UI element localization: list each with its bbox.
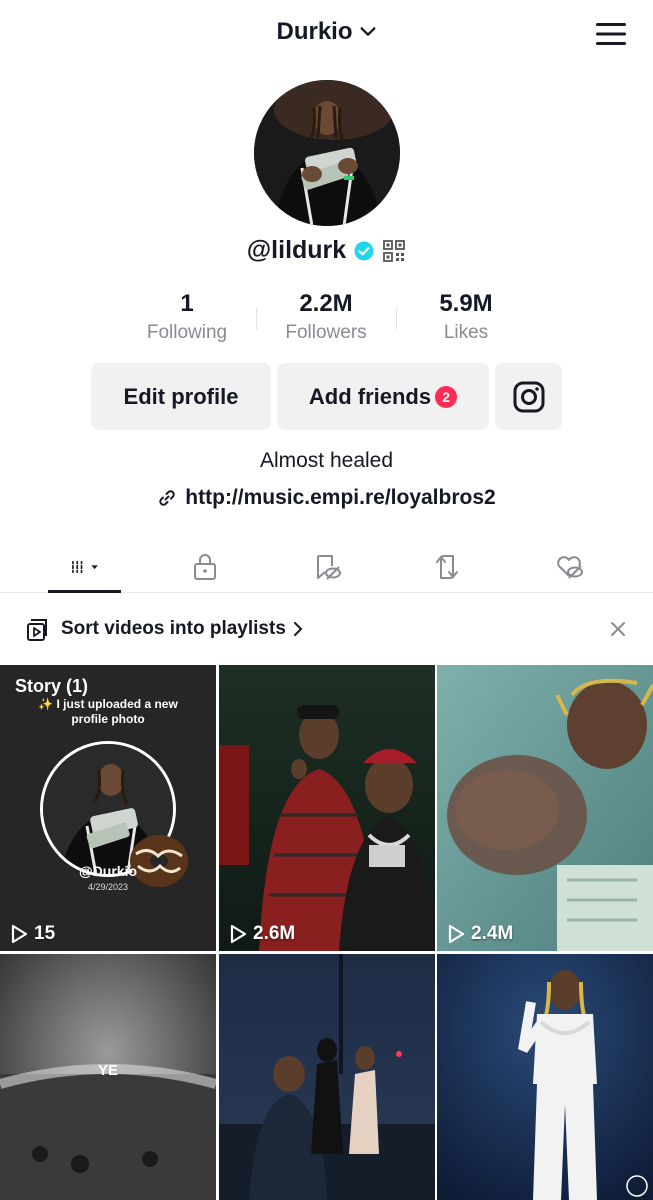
add-friends-label: Add friends [308, 383, 432, 409]
top-bar: Durkio [0, 0, 653, 70]
profile-avatar[interactable] [254, 80, 400, 226]
active-tab-indicator [48, 590, 121, 593]
link-icon [159, 490, 175, 506]
verified-badge-icon [354, 241, 374, 260]
hamburger-menu-icon[interactable] [595, 20, 627, 48]
profile-stats: 1 Following 2.2M Followers 5.9M Likes [0, 290, 653, 350]
stat-label: Following [146, 322, 228, 343]
account-switcher[interactable]: Durkio [0, 18, 653, 46]
instagram-icon [513, 381, 544, 412]
playlist-prompt[interactable]: Sort videos into playlists [0, 606, 653, 652]
notification-badge: 2 [435, 385, 458, 408]
username-row: @lildurk [0, 236, 653, 265]
playlist-prompt-text: Sort videos into playlists [61, 618, 286, 639]
view-count-text: 15 [34, 923, 56, 944]
play-icon [448, 924, 465, 944]
stat-value: 5.9M [439, 290, 493, 317]
story-date: 4/29/2023 [87, 882, 129, 892]
video-thumbnail-story[interactable]: Story (1) ✨ I just uploaded a new profil… [0, 665, 216, 951]
stat-likes[interactable]: 5.9M Likes [396, 290, 536, 344]
bookmark-hidden-icon [317, 554, 341, 580]
video-thumbnail-image [219, 665, 435, 951]
edit-profile-label: Edit profile [123, 383, 239, 409]
close-icon[interactable] [609, 620, 627, 638]
heart-hidden-icon [557, 555, 583, 579]
stat-following[interactable]: 1 Following [117, 290, 257, 344]
stat-label: Likes [443, 322, 489, 343]
profile-bio: Almost healed [259, 449, 394, 472]
play-icon [11, 924, 28, 944]
chevron-down-icon [360, 27, 375, 36]
video-thumbnail-image [437, 665, 653, 951]
repost-icon [436, 554, 458, 579]
profile-link[interactable]: http://music.empi.re/loyalbros2 [0, 486, 653, 510]
video-thumbnail[interactable]: 2.6M [219, 665, 435, 951]
video-thumbnail[interactable] [437, 954, 653, 1200]
profile-link-text: http://music.empi.re/loyalbros2 [185, 486, 496, 509]
story-caption: ✨ I just uploaded a new profile photo [38, 697, 178, 726]
grid-icon [70, 560, 98, 573]
view-count-text: 2.4M [471, 923, 514, 944]
lock-icon [194, 553, 216, 580]
stat-followers[interactable]: 2.2M Followers [256, 290, 396, 344]
stat-label: Followers [285, 322, 367, 343]
stat-value: 2.2M [299, 290, 353, 317]
play-icon [230, 924, 247, 944]
story-handle: @Durkio [79, 863, 137, 879]
playlist-prompt-text-wrap: Sort videos into playlists [61, 618, 304, 640]
video-thumbnail[interactable] [219, 954, 435, 1200]
view-count: 2.6M [229, 923, 295, 945]
content-tabs [0, 540, 653, 593]
stat-value: 1 [180, 290, 194, 317]
view-count-text: 2.6M [253, 923, 296, 944]
edit-profile-button[interactable]: Edit profile [91, 363, 271, 430]
instagram-button[interactable] [495, 363, 562, 430]
username: @lildurk [246, 236, 347, 264]
account-name: Durkio [276, 18, 353, 45]
profile-actions: Edit profile Add friends 2 [0, 363, 653, 430]
playlist-icon [27, 619, 47, 641]
tab-private[interactable] [170, 540, 240, 593]
tab-liked[interactable] [534, 540, 604, 593]
qr-code-icon[interactable] [382, 239, 406, 263]
tab-videos[interactable] [48, 540, 121, 593]
tab-favorites[interactable] [292, 540, 362, 593]
video-thumbnail[interactable]: YE [0, 954, 216, 1200]
story-title: Story (1) [15, 676, 89, 696]
video-thumbnail-image [219, 954, 435, 1200]
view-count: 2.4M [447, 923, 513, 945]
video-grid: Story (1) ✨ I just uploaded a new profil… [0, 665, 653, 1200]
video-thumbnail[interactable]: 2.4M [437, 665, 653, 951]
add-friends-button[interactable]: Add friends 2 [277, 363, 489, 430]
chevron-right-icon [293, 622, 303, 636]
video-thumbnail-image [437, 954, 653, 1200]
avatar-photo [254, 80, 400, 226]
tab-reposts[interactable] [412, 540, 482, 593]
view-count: 15 [10, 923, 55, 945]
overlay-text: YE [98, 1062, 119, 1079]
